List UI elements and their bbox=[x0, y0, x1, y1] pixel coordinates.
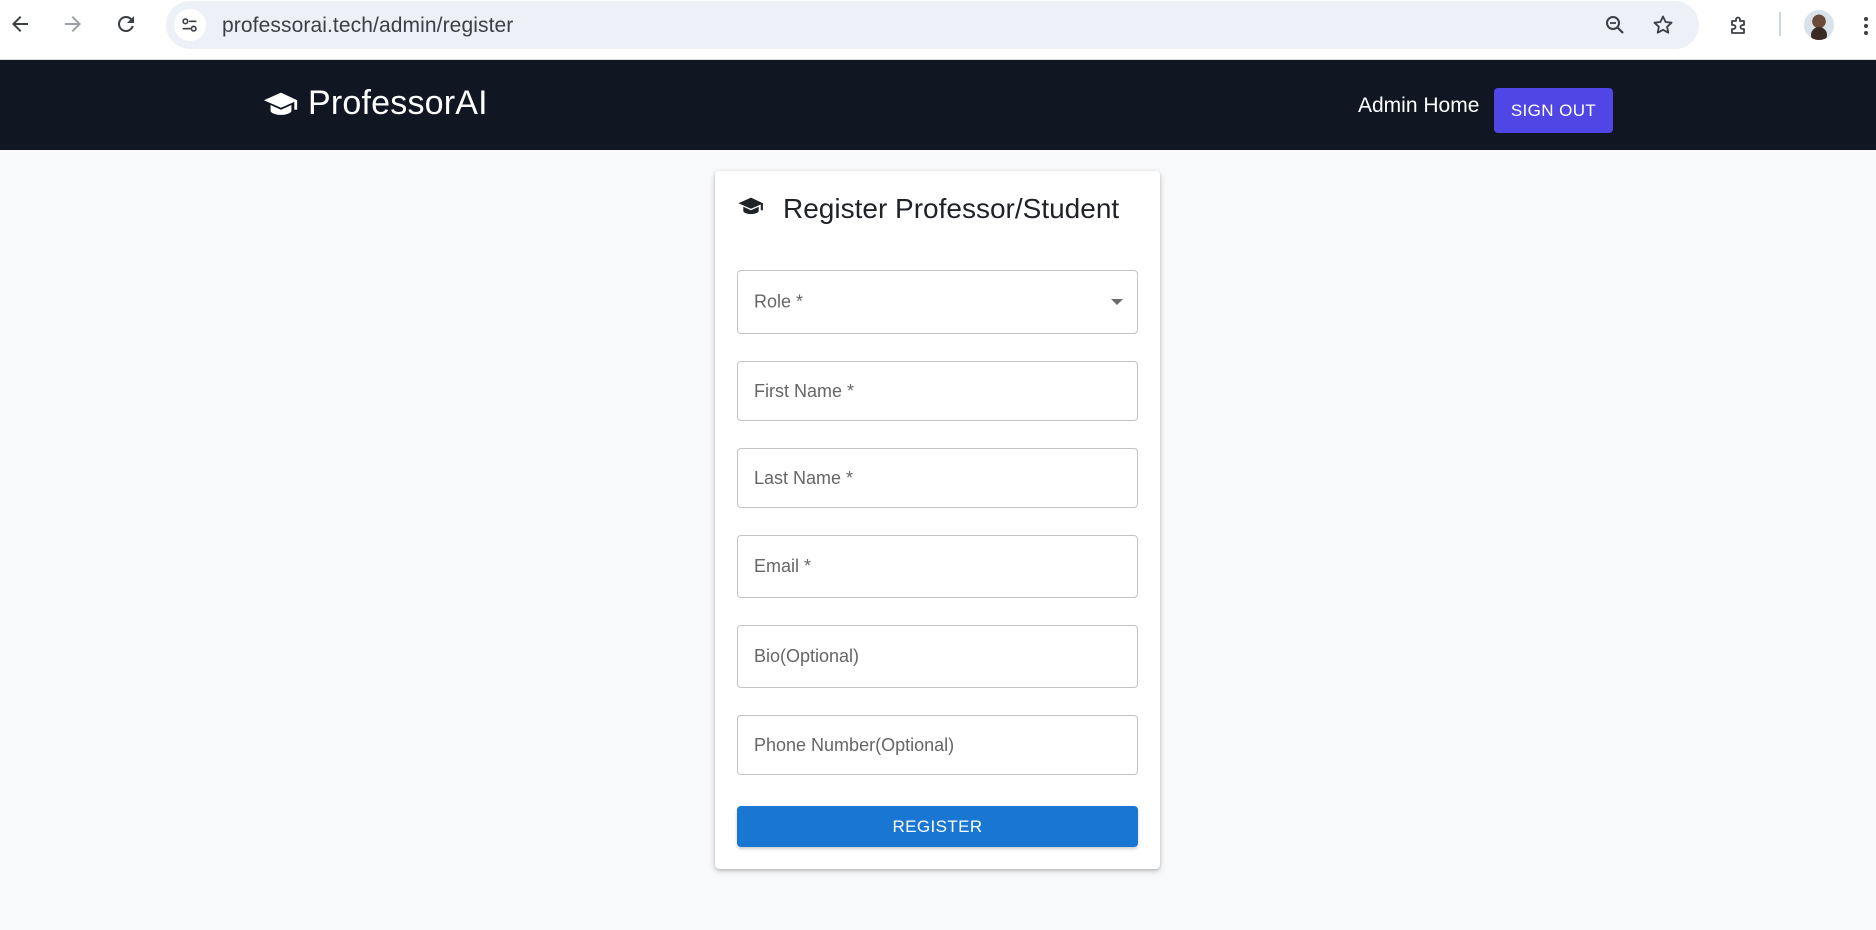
reload-icon[interactable] bbox=[110, 8, 142, 40]
profile-avatar[interactable] bbox=[1804, 10, 1834, 40]
brand-name: ProfessorAI bbox=[308, 84, 488, 122]
nav-admin-home-link[interactable]: Admin Home bbox=[1358, 94, 1479, 118]
chevron-down-icon bbox=[1111, 299, 1123, 305]
register-button[interactable]: REGISTER bbox=[737, 806, 1138, 847]
sign-out-button[interactable]: SIGN OUT bbox=[1494, 88, 1613, 133]
phone-input[interactable] bbox=[738, 716, 1137, 774]
url-text[interactable]: professorai.tech/admin/register bbox=[222, 14, 513, 38]
role-select-label: Role * bbox=[754, 291, 804, 312]
bio-field[interactable] bbox=[737, 625, 1138, 688]
bookmark-star-icon[interactable] bbox=[1649, 11, 1677, 39]
address-bar[interactable]: professorai.tech/admin/register bbox=[166, 1, 1699, 49]
browser-toolbar: professorai.tech/admin/register bbox=[0, 0, 1876, 60]
brand-logo[interactable]: ProfessorAI bbox=[262, 84, 488, 123]
role-select[interactable]: Role * bbox=[737, 270, 1138, 334]
form-title: Register Professor/Student bbox=[783, 193, 1120, 224]
graduation-cap-icon bbox=[263, 92, 298, 115]
email-input[interactable] bbox=[738, 536, 1137, 597]
forward-arrow-icon[interactable] bbox=[57, 8, 89, 40]
first-name-field[interactable] bbox=[737, 361, 1138, 421]
site-info-icon[interactable] bbox=[174, 9, 206, 41]
register-card: Register Professor/Student Role * REGIST… bbox=[715, 171, 1160, 869]
email-field[interactable] bbox=[737, 535, 1138, 598]
card-header: Register Professor/Student bbox=[737, 193, 1119, 225]
extensions-puzzle-icon[interactable] bbox=[1723, 10, 1755, 42]
more-menu-icon[interactable] bbox=[1856, 10, 1876, 42]
graduation-cap-icon bbox=[738, 197, 763, 215]
back-arrow-icon[interactable] bbox=[4, 8, 36, 40]
last-name-input[interactable] bbox=[738, 449, 1137, 507]
bio-input[interactable] bbox=[738, 626, 1137, 687]
phone-field[interactable] bbox=[737, 715, 1138, 775]
zoom-icon[interactable] bbox=[1601, 11, 1629, 39]
first-name-input[interactable] bbox=[738, 362, 1137, 420]
last-name-field[interactable] bbox=[737, 448, 1138, 508]
toolbar-separator bbox=[1779, 12, 1781, 36]
app-header: ProfessorAI Admin Home SIGN OUT bbox=[0, 60, 1876, 150]
